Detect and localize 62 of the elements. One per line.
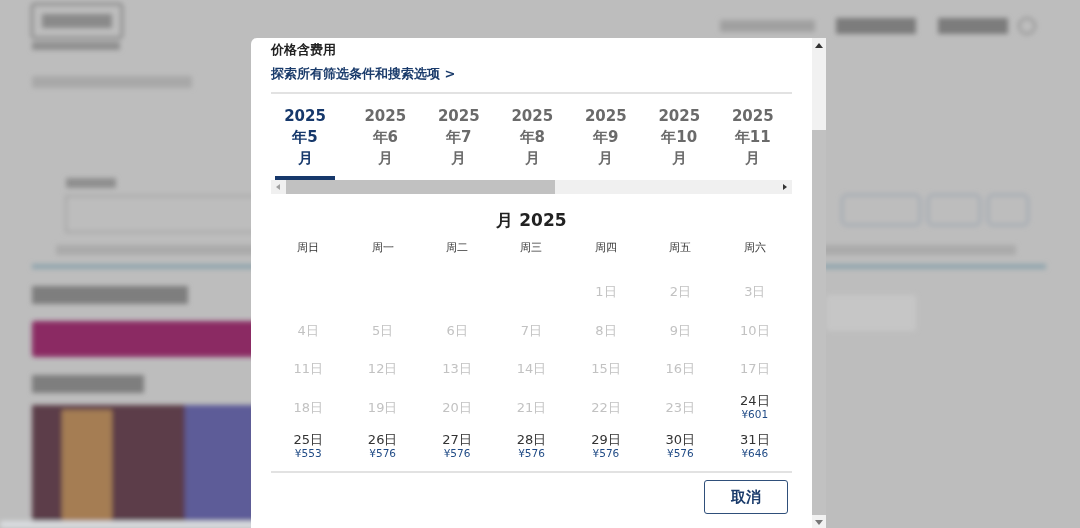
calendar-day: 1日 xyxy=(595,284,617,300)
weekday-label: 周五 xyxy=(669,240,692,257)
day-price: ¥553 xyxy=(294,446,322,460)
calendar-day: 7日 xyxy=(520,322,543,338)
day-price: ¥646 xyxy=(741,446,769,460)
scroll-right-icon[interactable] xyxy=(783,184,787,190)
calendar-day: 21日 xyxy=(516,399,547,415)
calendar-day[interactable]: 26日 xyxy=(367,431,398,447)
scroll-up-icon[interactable] xyxy=(815,43,823,48)
calendar-day: 19日 xyxy=(367,399,398,415)
calendar-day: 12日 xyxy=(367,361,398,377)
day-price: ¥576 xyxy=(369,446,396,460)
fee-note: 价格含费用 xyxy=(271,41,337,59)
calendar-day[interactable]: 29日 xyxy=(591,431,621,447)
day-price: ¥576 xyxy=(518,446,545,460)
day-price: ¥576 xyxy=(667,446,694,460)
calendar-day: 6日 xyxy=(446,322,468,338)
calendar-day: 11日 xyxy=(293,361,323,377)
weekday-label: 周一 xyxy=(371,240,394,257)
month-title: 月 2025 xyxy=(496,209,567,232)
calendar-day: 15日 xyxy=(591,361,621,377)
weekday-label: 周四 xyxy=(594,240,617,257)
cancel-button[interactable]: 取消 xyxy=(704,480,788,514)
calendar-day: 18日 xyxy=(293,399,323,415)
vertical-scrollbar[interactable] xyxy=(812,38,826,528)
scroll-down-icon[interactable] xyxy=(815,520,823,525)
scroll-left-icon[interactable] xyxy=(276,184,280,190)
calendar-day: 10日 xyxy=(740,322,770,338)
month-tab[interactable]: 2025 年10 月 xyxy=(642,106,716,180)
weekday-label: 周二 xyxy=(446,240,469,257)
weekday-label: 周六 xyxy=(743,240,766,257)
calendar-day[interactable]: 25日 xyxy=(293,431,323,447)
calendar-day: 14日 xyxy=(516,361,547,377)
month-tab[interactable]: 2025 年6 月 xyxy=(348,106,422,180)
calendar-day: 2日 xyxy=(669,284,691,300)
calendar-day: 8日 xyxy=(595,322,617,338)
month-tab[interactable]: 2025 年9 月 xyxy=(569,106,643,180)
day-price: ¥601 xyxy=(741,408,769,422)
month-tab[interactable]: 2025 年11 月 xyxy=(716,106,790,180)
filters-link[interactable]: 探索所有筛选条件和搜索选项 > xyxy=(271,65,456,83)
calendar-day[interactable]: 30日 xyxy=(665,431,696,447)
calendar-day: 5日 xyxy=(372,322,394,338)
weekday-label: 周三 xyxy=(520,240,543,257)
month-tab[interactable]: 2025 年8 月 xyxy=(495,106,569,180)
horizontal-scrollbar[interactable] xyxy=(271,180,792,194)
calendar-day: 4日 xyxy=(297,322,319,338)
calendar-day: 16日 xyxy=(665,361,696,377)
calendar-day: 22日 xyxy=(591,399,621,415)
month-tab[interactable]: 2025 年7 月 xyxy=(422,106,496,180)
calendar-day[interactable]: 31日 xyxy=(740,431,770,447)
calendar-day[interactable]: 27日 xyxy=(442,431,472,447)
weekday-label: 周日 xyxy=(297,240,320,257)
calendar-day: 9日 xyxy=(669,322,691,338)
calendar-day: 20日 xyxy=(442,399,472,415)
calendar-day: 23日 xyxy=(665,399,696,415)
calendar-day: 3日 xyxy=(744,284,766,300)
calendar-day[interactable]: 28日 xyxy=(516,431,547,447)
day-price: ¥576 xyxy=(443,446,471,460)
calendar-day[interactable]: 24日 xyxy=(740,393,770,409)
calendar-day: 13日 xyxy=(442,361,472,377)
day-price: ¥576 xyxy=(592,446,620,460)
calendar-day: 17日 xyxy=(740,361,770,377)
